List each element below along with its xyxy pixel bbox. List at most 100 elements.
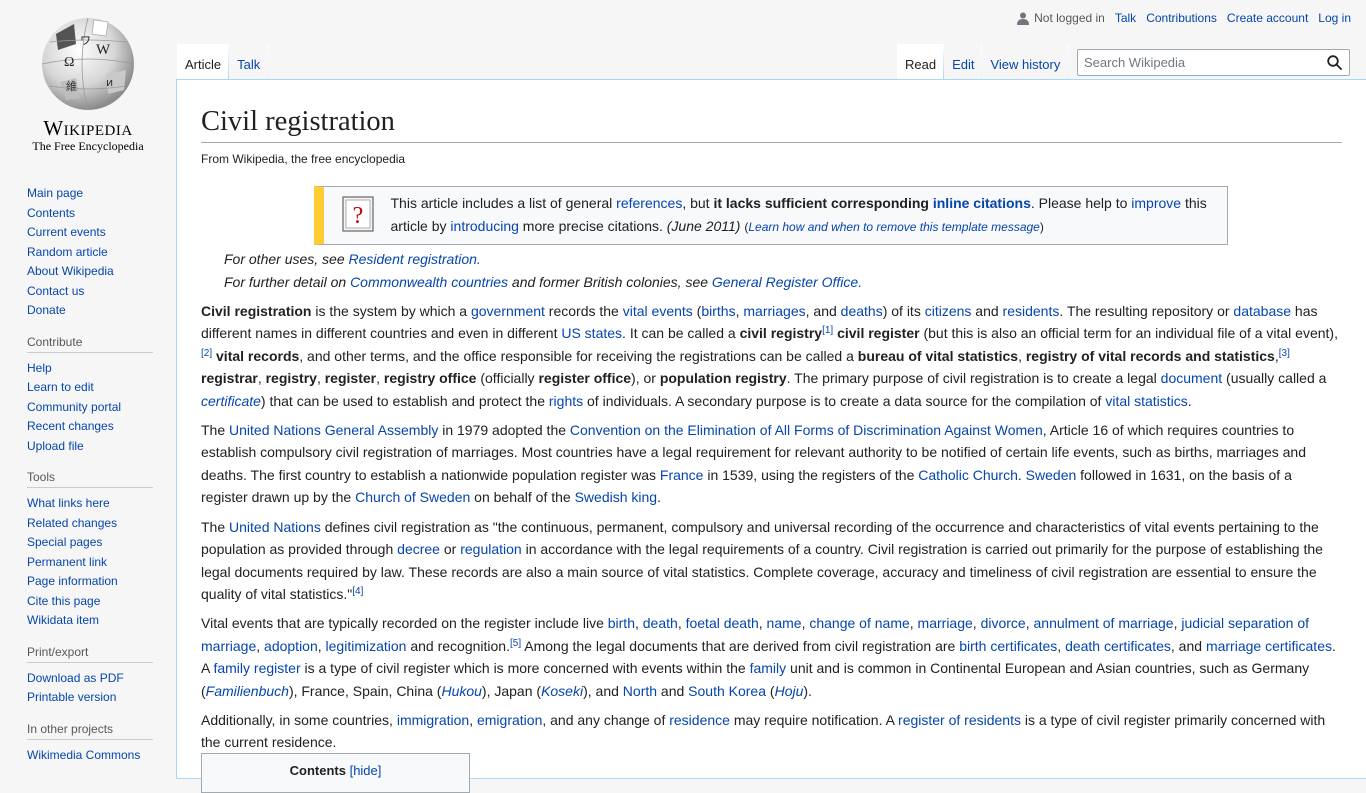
article-link[interactable]: marriages xyxy=(743,303,805,319)
create-account-link[interactable]: Create account xyxy=(1227,11,1308,25)
article-link[interactable]: Catholic Church xyxy=(918,467,1018,483)
sidebar-item-wikidata-item[interactable]: Wikidata item xyxy=(27,613,99,627)
article-link[interactable]: South Korea xyxy=(688,683,766,699)
article-link[interactable]: vital statistics xyxy=(1105,393,1187,409)
article-link[interactable]: regulation xyxy=(460,541,522,557)
sidebar-item-help[interactable]: Help xyxy=(27,361,52,375)
article-link[interactable]: death xyxy=(643,615,678,631)
sidebar-item-current-events[interactable]: Current events xyxy=(27,225,106,239)
article-link[interactable]: Convention on the Elimination of All For… xyxy=(570,422,1043,438)
article-link[interactable]: family register xyxy=(213,660,300,676)
sidebar-item-community-portal[interactable]: Community portal xyxy=(27,400,121,414)
wikipedia-logo[interactable]: W Ω ワ 維 и Wikipedia The Free Encyclopedi… xyxy=(0,0,176,160)
introducing-link[interactable]: introducing xyxy=(450,218,519,234)
sidebar-item-random-article[interactable]: Random article xyxy=(27,245,108,259)
article-link[interactable]: birth xyxy=(608,615,635,631)
sidebar-item-donate[interactable]: Donate xyxy=(27,303,66,317)
article-link[interactable]: change of name xyxy=(809,615,909,631)
references-link[interactable]: references xyxy=(616,195,682,211)
sidebar-item-what-links-here[interactable]: What links here xyxy=(27,496,110,510)
remove-template-link[interactable]: Learn how and when to remove this templa… xyxy=(748,220,1040,234)
article-link[interactable]: family xyxy=(750,660,787,676)
article-link[interactable]: North xyxy=(623,683,657,699)
article-link[interactable]: Swedish king xyxy=(575,489,658,505)
article-link[interactable]: citizens xyxy=(925,303,972,319)
article-link[interactable]: birth certificates xyxy=(959,638,1057,654)
sidebar-item-upload-file[interactable]: Upload file xyxy=(27,439,84,453)
contributions-link[interactable]: Contributions xyxy=(1146,11,1217,25)
article-link[interactable]: Sweden xyxy=(1026,467,1077,483)
article-link[interactable]: certificate xyxy=(201,393,261,409)
puzzle-globe-icon: W Ω ワ 維 и xyxy=(41,17,135,110)
sidebar-item-contact[interactable]: Contact us xyxy=(27,284,84,298)
citation-ref[interactable]: [3] xyxy=(1279,348,1290,359)
article-link[interactable]: births xyxy=(701,303,735,319)
resident-registration-link[interactable]: Resident registration. xyxy=(349,251,481,267)
sidebar-item-recent-changes[interactable]: Recent changes xyxy=(27,419,114,433)
article-link[interactable]: document xyxy=(1161,370,1222,386)
article-link[interactable]: foetal death xyxy=(686,615,759,631)
login-link[interactable]: Log in xyxy=(1318,11,1351,25)
article-link[interactable]: rights xyxy=(549,393,583,409)
article-link[interactable]: name xyxy=(767,615,802,631)
inline-citations-link[interactable]: inline citations xyxy=(933,195,1031,211)
sidebar-item-permanent-link[interactable]: Permanent link xyxy=(27,555,107,569)
commonwealth-countries-link[interactable]: Commonwealth countries xyxy=(350,274,508,290)
text-run: ) of its xyxy=(882,303,925,320)
article-link[interactable]: marriage xyxy=(918,615,973,631)
article-link[interactable]: Church of Sweden xyxy=(355,489,470,505)
sidebar-item-cite-this-page[interactable]: Cite this page xyxy=(27,594,100,608)
article-link[interactable]: immigration xyxy=(397,712,469,728)
sidebar-item-contents[interactable]: Contents xyxy=(27,206,75,220)
article-link[interactable]: deaths xyxy=(841,303,883,319)
article-link[interactable]: United Nations xyxy=(229,519,321,535)
article-link[interactable]: Hukou xyxy=(441,683,481,699)
text-run: ), or xyxy=(631,370,660,387)
article-link[interactable]: Hoju xyxy=(775,683,804,699)
article-link[interactable]: legitimization xyxy=(326,638,407,654)
article-link[interactable]: Koseki xyxy=(541,683,583,699)
article-link[interactable]: government xyxy=(471,303,545,319)
article-link[interactable]: US states xyxy=(561,325,622,341)
article-link[interactable]: emigration xyxy=(477,712,542,728)
tab-article[interactable]: Article xyxy=(177,44,230,80)
search-icon[interactable] xyxy=(1327,55,1342,70)
article-link[interactable]: register of residents xyxy=(898,712,1021,728)
sidebar-item-wikimedia-commons[interactable]: Wikimedia Commons xyxy=(27,748,140,762)
toc-toggle[interactable]: [hide] xyxy=(350,763,382,778)
article-link[interactable]: United Nations General Assembly xyxy=(229,422,438,438)
tab-read[interactable]: Read xyxy=(897,44,945,80)
article-link[interactable]: marriage certificates xyxy=(1206,638,1332,654)
tab-view-history[interactable]: View history xyxy=(982,44,1069,80)
citation-ref[interactable]: [4] xyxy=(352,586,363,597)
article-link[interactable]: death certificates xyxy=(1065,638,1171,654)
search-input[interactable] xyxy=(1078,50,1318,75)
sidebar-item-download-pdf[interactable]: Download as PDF xyxy=(27,671,124,685)
article-link[interactable]: annulment of marriage xyxy=(1034,615,1174,631)
sidebar-item-page-information[interactable]: Page information xyxy=(27,574,118,588)
article-link[interactable]: residence xyxy=(669,712,730,728)
citation-ref[interactable]: [5] xyxy=(510,638,521,649)
sidebar-item-main-page[interactable]: Main page xyxy=(27,186,83,200)
article-link[interactable]: Familienbuch xyxy=(206,683,289,699)
sidebar-item-related-changes[interactable]: Related changes xyxy=(27,516,117,530)
article-link[interactable]: decree xyxy=(397,541,440,557)
tab-edit[interactable]: Edit xyxy=(944,44,983,80)
article-link[interactable]: vital events xyxy=(623,303,693,319)
article-link[interactable]: France xyxy=(660,467,704,483)
tab-talk[interactable]: Talk xyxy=(229,44,269,80)
article-link[interactable]: residents xyxy=(1003,303,1060,319)
talk-link[interactable]: Talk xyxy=(1115,11,1136,25)
sidebar-item-special-pages[interactable]: Special pages xyxy=(27,535,102,549)
text-run: , and xyxy=(1170,637,1206,654)
citation-ref[interactable]: [2] xyxy=(201,348,212,359)
sidebar-item-about[interactable]: About Wikipedia xyxy=(27,264,114,278)
sidebar-item-printable-version[interactable]: Printable version xyxy=(27,690,116,704)
general-register-office-link[interactable]: General Register Office. xyxy=(712,274,862,290)
article-link[interactable]: database xyxy=(1233,303,1291,319)
article-link[interactable]: adoption xyxy=(264,638,318,654)
article-link[interactable]: divorce xyxy=(981,615,1026,631)
improve-link[interactable]: improve xyxy=(1131,195,1181,211)
sidebar-item-learn-to-edit[interactable]: Learn to edit xyxy=(27,380,94,394)
citation-ref[interactable]: [1] xyxy=(822,325,833,336)
